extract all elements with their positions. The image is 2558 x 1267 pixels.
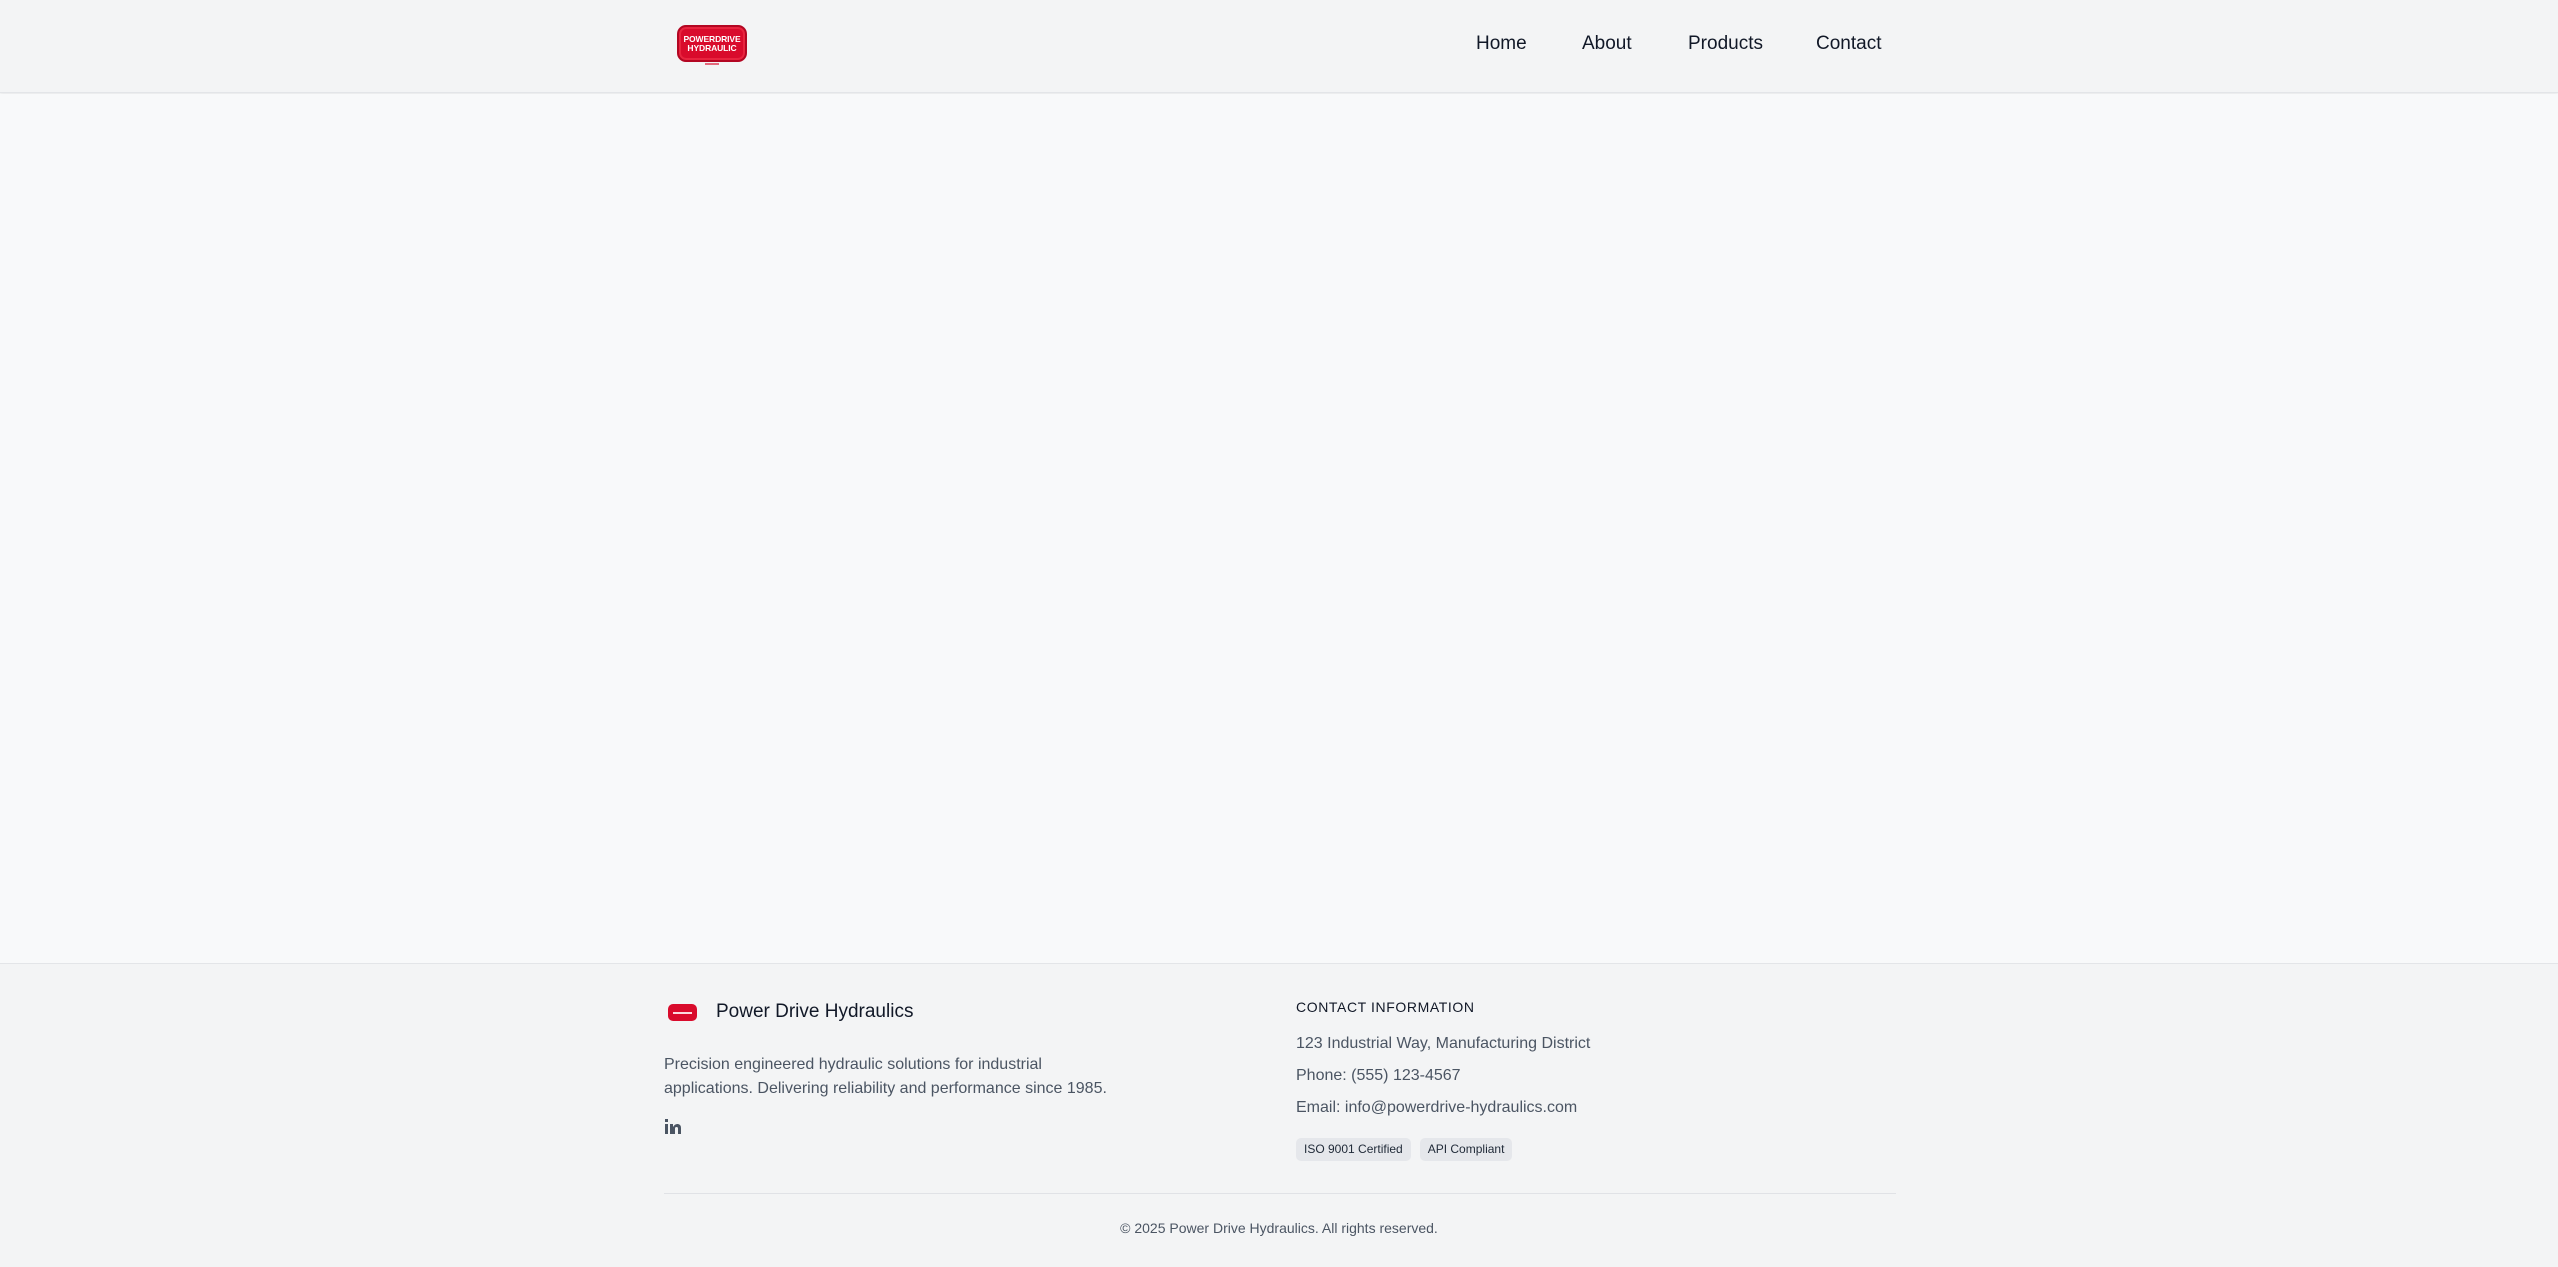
footer-logo-icon (668, 1004, 697, 1021)
logo-underline (705, 63, 719, 65)
nav-home-link[interactable]: Home (1476, 33, 1527, 55)
footer-divider (664, 1193, 1896, 1194)
copyright-text: © 2025 Power Drive Hydraulics. All right… (1120, 1220, 1438, 1236)
nav-about-link[interactable]: About (1582, 33, 1632, 55)
badge-api: API Compliant (1419, 1138, 1513, 1161)
footer-brand: Power Drive Hydraulics (668, 1001, 913, 1022)
contact-info-title: CONTACT INFORMATION (1296, 999, 1475, 1015)
nav-products-link[interactable]: Products (1688, 33, 1763, 55)
footer-brand-name: Power Drive Hydraulics (716, 1001, 914, 1022)
nav-contact-link[interactable]: Contact (1816, 33, 1881, 55)
badge-iso: ISO 9001 Certified (1296, 1138, 1411, 1161)
contact-phone: Phone: (555) 123-4567 (1296, 1067, 1461, 1084)
logo[interactable]: POWERDRIVE HYDRAULIC (677, 25, 747, 68)
certification-badges: ISO 9001 Certified API Compliant (1296, 1138, 1513, 1161)
site-footer: Power Drive Hydraulics Precision enginee… (0, 963, 2558, 1267)
linkedin-icon[interactable] (664, 1117, 684, 1135)
logo-badge: POWERDRIVE HYDRAULIC (677, 25, 747, 62)
footer-description: Precision engineered hydraulic solutions… (664, 1056, 1107, 1097)
contact-email: Email: info@powerdrive-hydraulics.com (1296, 1099, 1578, 1116)
site-header: POWERDRIVE HYDRAULIC Home About Products… (0, 0, 2558, 93)
main-content (0, 94, 2558, 963)
contact-address: 123 Industrial Way, Manufacturing Distri… (1296, 1035, 1591, 1052)
logo-text-line2: HYDRAULIC (687, 42, 737, 53)
